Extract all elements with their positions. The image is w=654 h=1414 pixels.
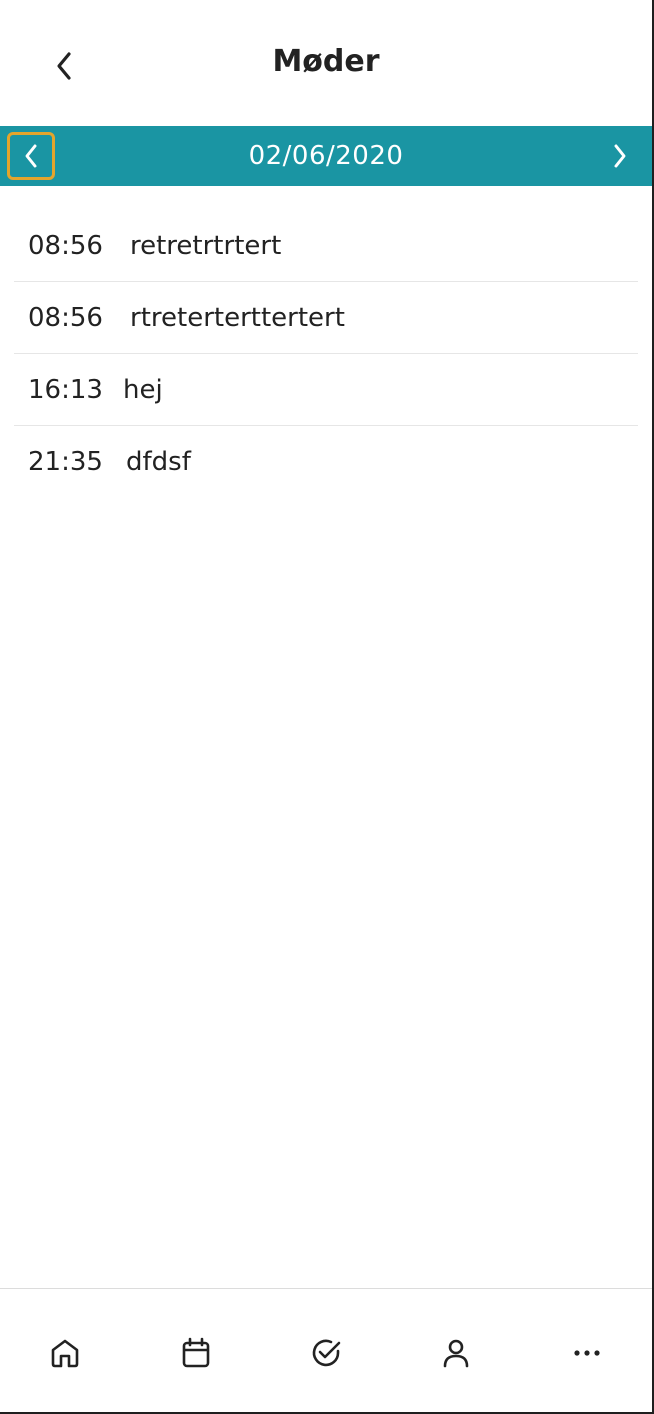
meeting-item[interactable]: 21:35 dfdsf: [14, 426, 638, 497]
tab-tasks[interactable]: [296, 1323, 356, 1383]
meeting-list: 08:56 retretrtrtert 08:56 rtretertertter…: [14, 210, 638, 497]
date-navigation-bar: 02/06/2020: [0, 126, 652, 186]
meeting-item[interactable]: 08:56 rtreterterttertert: [14, 282, 638, 354]
meeting-item[interactable]: 08:56 retretrtrtert: [14, 210, 638, 282]
bottom-tab-bar: [0, 1288, 652, 1412]
meeting-subject: retretrtrtert: [130, 230, 282, 261]
meeting-item[interactable]: 16:13 hej: [14, 354, 638, 426]
tab-calendar[interactable]: [166, 1323, 226, 1383]
check-circle-icon: [312, 1339, 341, 1367]
meeting-subject: hej: [123, 374, 163, 405]
calendar-icon: [182, 1337, 209, 1368]
meeting-time: 08:56: [28, 230, 103, 261]
home-icon: [51, 1339, 79, 1368]
meeting-time: 08:56: [28, 302, 103, 333]
meeting-time: 21:35: [28, 446, 103, 477]
meeting-subject: rtreterterttertert: [130, 302, 345, 333]
meeting-time: 16:13: [28, 374, 103, 405]
app-screen: Møder 02/06/2020 08:56 retretrtrtert 08:…: [0, 0, 654, 1414]
tab-home[interactable]: [35, 1323, 95, 1383]
next-day-button[interactable]: [602, 138, 638, 174]
meeting-subject: dfdsf: [126, 446, 191, 477]
page-title: Møder: [272, 44, 380, 79]
tab-more[interactable]: [557, 1323, 617, 1383]
chevron-right-icon: [614, 144, 626, 168]
tab-profile[interactable]: [426, 1323, 486, 1383]
user-icon: [444, 1339, 469, 1368]
header: Møder: [0, 0, 652, 127]
current-date: 02/06/2020: [248, 141, 404, 171]
more-icon: [574, 1350, 600, 1356]
